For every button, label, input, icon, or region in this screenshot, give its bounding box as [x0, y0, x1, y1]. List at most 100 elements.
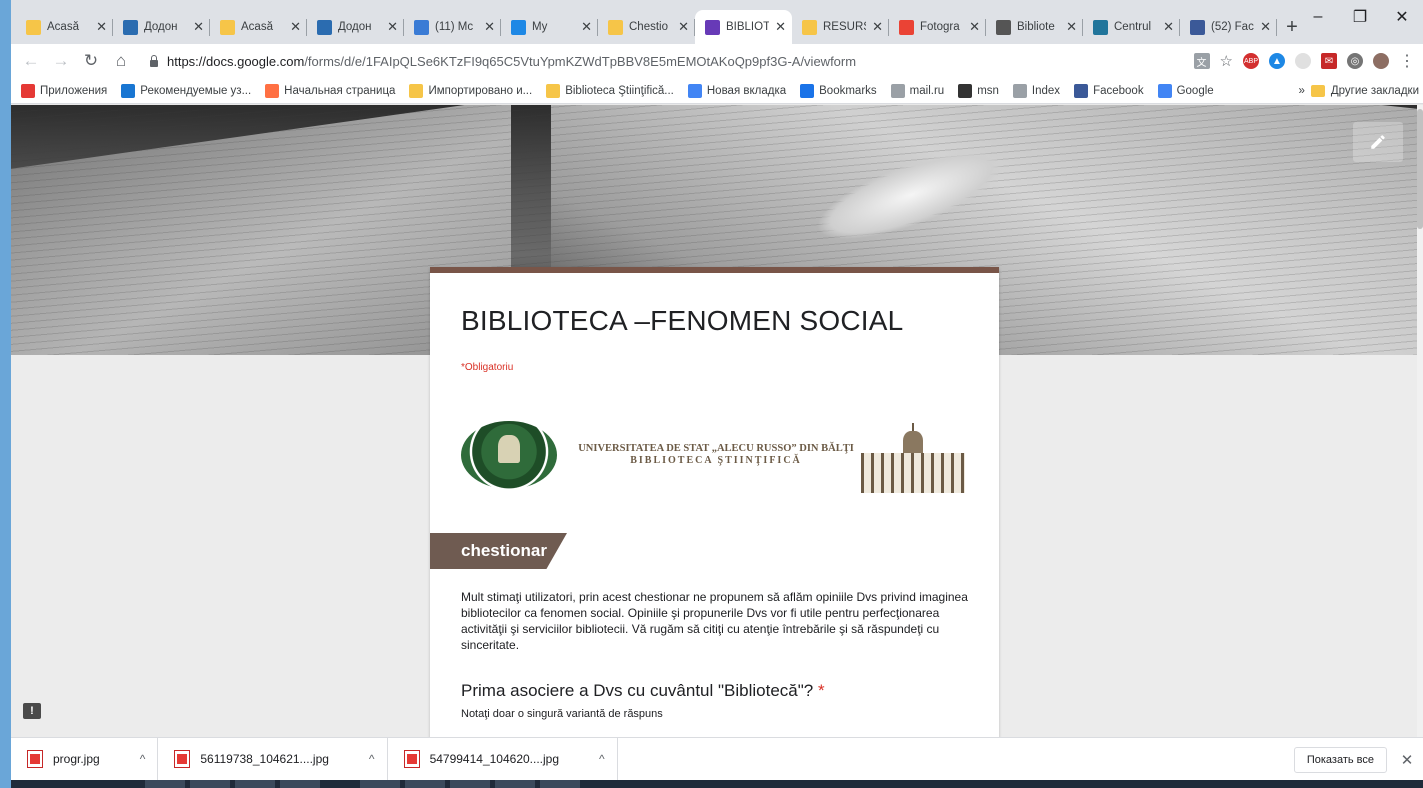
university-name: UNIVERSITATEA DE STAT „ALECU RUSSO” DIN …: [566, 442, 866, 468]
chevron-up-icon[interactable]: ^: [599, 752, 605, 766]
tab-8[interactable]: RESURS ✕: [792, 10, 889, 44]
pinwheel-icon: [899, 19, 914, 35]
maximize-icon[interactable]: ❐: [1339, 0, 1381, 34]
chevron-up-icon[interactable]: ^: [140, 752, 146, 766]
show-all-downloads-button[interactable]: Показать все: [1293, 747, 1387, 773]
close-tab-icon[interactable]: ✕: [484, 19, 495, 35]
address-bar[interactable]: https://docs.google.com/forms/d/e/1FAIpQ…: [139, 47, 1194, 75]
close-tab-icon[interactable]: ✕: [290, 19, 301, 35]
tab-6[interactable]: Chestio ✕: [598, 10, 695, 44]
bookmark-item[interactable]: Index: [1012, 83, 1060, 98]
feedback-icon[interactable]: !: [23, 703, 41, 719]
url-host: https://docs.google.com: [167, 53, 305, 69]
close-tab-icon[interactable]: ✕: [581, 19, 592, 35]
tab-10[interactable]: Bibliote ✕: [986, 10, 1083, 44]
bookmark-label: Google: [1176, 84, 1214, 97]
section-header: chestionar: [430, 533, 567, 569]
tab-12[interactable]: (52) Fac ✕: [1180, 10, 1277, 44]
download-item[interactable]: 54799414_104620....jpg ^: [388, 737, 618, 781]
download-filename: 56119738_104621....jpg: [200, 752, 329, 766]
tab-9[interactable]: Fotogra ✕: [889, 10, 986, 44]
extension-cap-icon[interactable]: ▲: [1269, 53, 1285, 69]
translate-icon[interactable]: 文: [1193, 53, 1210, 69]
extension-mail-icon[interactable]: ✉: [1321, 53, 1337, 69]
page-scrollbar[interactable]: [1417, 105, 1423, 737]
close-tab-icon[interactable]: ✕: [96, 19, 107, 35]
university-line1: UNIVERSITATEA DE STAT „ALECU RUSSO” DIN …: [578, 443, 854, 454]
tab-2[interactable]: Acasă ✕: [210, 10, 307, 44]
ie-icon: [121, 83, 136, 98]
reload-button[interactable]: ↻: [79, 49, 103, 73]
tab-3[interactable]: Додон ✕: [307, 10, 404, 44]
chevron-up-icon[interactable]: ^: [369, 752, 375, 766]
tab-title: Acasă: [241, 21, 273, 33]
close-tab-icon[interactable]: ✕: [872, 19, 883, 35]
extension-circle-icon[interactable]: [1295, 53, 1311, 69]
tab-0[interactable]: Acasă ✕: [16, 10, 113, 44]
close-downloads-icon[interactable]: ✕: [1397, 747, 1417, 773]
note-icon: [26, 19, 41, 35]
bookmarks-right: » Другие закладки: [1298, 78, 1419, 104]
close-tab-icon[interactable]: ✕: [1260, 19, 1271, 35]
globe-icon: [317, 19, 332, 35]
desktop-edge: [0, 0, 11, 788]
close-tab-icon[interactable]: ✕: [1163, 19, 1174, 35]
close-window-icon[interactable]: ✕: [1381, 0, 1423, 34]
close-tab-icon[interactable]: ✕: [387, 19, 398, 35]
bookmarks-more-button[interactable]: »: [1298, 85, 1304, 97]
tab-1[interactable]: Додон ✕: [113, 10, 210, 44]
bookmark-item[interactable]: Рекомендуемые уз...: [121, 83, 251, 98]
back-button[interactable]: ←: [19, 49, 43, 73]
close-tab-icon[interactable]: ✕: [1066, 19, 1077, 35]
bookmark-item[interactable]: Новая вкладка: [687, 83, 786, 98]
required-note: *Obligatoriu: [461, 362, 514, 373]
tab-title: Додон: [338, 21, 372, 33]
facebook-icon: [1074, 83, 1089, 98]
bookmark-item[interactable]: mail.ru: [890, 83, 944, 98]
folder-icon: [1310, 85, 1325, 97]
bookmark-item[interactable]: msn: [958, 83, 999, 98]
tab-7[interactable]: BIBLIOT ✕: [695, 10, 792, 44]
image-file-icon: [403, 750, 420, 768]
chat-icon: [414, 19, 429, 35]
extension-gear-icon[interactable]: ◎: [1347, 53, 1363, 69]
close-tab-icon[interactable]: ✕: [969, 19, 980, 35]
close-tab-icon[interactable]: ✕: [193, 19, 204, 35]
globe-icon: [123, 19, 138, 35]
adblock-icon[interactable]: ABP: [1243, 53, 1259, 69]
tab-title: Centrul: [1114, 21, 1152, 33]
forward-button[interactable]: →: [49, 49, 73, 73]
download-item[interactable]: 56119738_104621....jpg ^: [158, 737, 388, 781]
tab-title: Acasă: [47, 21, 79, 33]
lock-icon: [149, 55, 159, 67]
download-item[interactable]: progr.jpg ^: [11, 737, 159, 781]
bookmark-item[interactable]: Начальная страница: [265, 83, 395, 98]
bookmarks-bar: Приложения Рекомендуемые уз... Начальная с…: [11, 78, 1423, 104]
bookmark-label: msn: [977, 84, 999, 97]
minimize-icon[interactable]: –: [1297, 0, 1339, 34]
bookmark-star-icon[interactable]: ☆: [1220, 52, 1233, 70]
bookmark-item[interactable]: Biblioteca Ştiinţifică...: [546, 83, 674, 98]
google-icon: [687, 83, 702, 98]
bookmark-item[interactable]: Импортировано и...: [409, 83, 532, 98]
question-title: Prima asociere a Dvs cu cuvântul "Biblio…: [461, 681, 825, 701]
bookmark-item[interactable]: Bookmarks: [800, 83, 877, 98]
bookmark-item[interactable]: Google: [1157, 83, 1214, 98]
bookmark-item[interactable]: Приложения: [21, 83, 107, 98]
star-icon: [800, 83, 815, 98]
close-tab-icon[interactable]: ✕: [775, 19, 786, 35]
scrollbar-thumb[interactable]: [1417, 109, 1423, 229]
profile-avatar[interactable]: [1373, 53, 1389, 69]
menu-kebab-icon[interactable]: ⋮: [1399, 51, 1415, 71]
edit-form-button[interactable]: [1353, 122, 1403, 162]
other-bookmarks-folder[interactable]: Другие закладки: [1331, 85, 1419, 97]
form-title: BIBLIOTECA –FENOMEN SOCIAL: [461, 305, 904, 336]
close-tab-icon[interactable]: ✕: [678, 19, 689, 35]
wikipedia-icon: [996, 19, 1011, 35]
note-icon: [802, 19, 817, 35]
tab-4[interactable]: (11) Mc ✕: [404, 10, 501, 44]
bookmark-item[interactable]: Facebook: [1074, 83, 1144, 98]
home-button[interactable]: ⌂: [109, 49, 133, 73]
tab-5[interactable]: My ✕: [501, 10, 598, 44]
tab-11[interactable]: Centrul ✕: [1083, 10, 1180, 44]
